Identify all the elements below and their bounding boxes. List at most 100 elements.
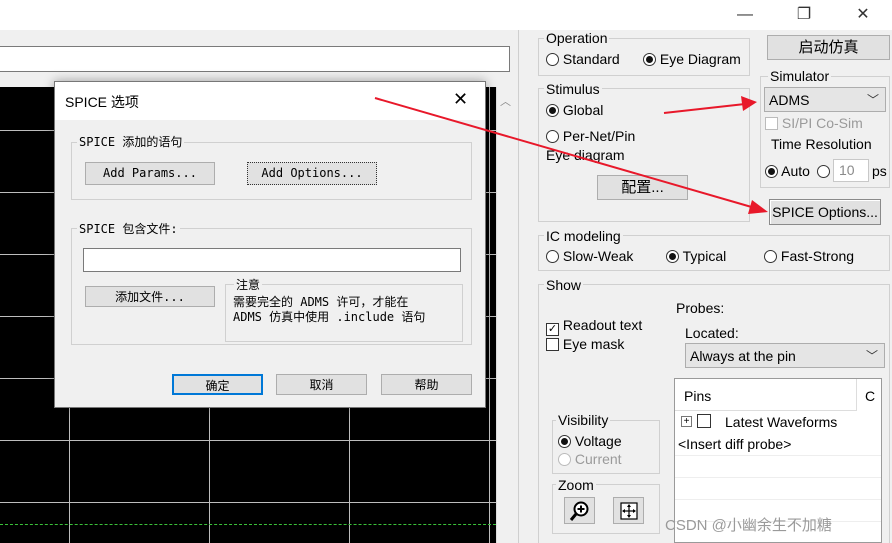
latest-waveforms-item[interactable]: Latest Waveforms — [725, 414, 837, 430]
ok-button[interactable]: 确定 — [172, 374, 263, 395]
minimize-button[interactable]: — — [725, 4, 765, 26]
time-resolution-label: Time Resolution — [769, 136, 874, 152]
checkbox-label: Readout text — [562, 317, 643, 333]
eye-diagram-label: Eye diagram — [544, 147, 627, 163]
time-auto-radio[interactable]: Auto — [765, 163, 810, 179]
probes-label: Probes: — [676, 300, 725, 316]
simulator-label: Simulator — [768, 68, 832, 84]
radio-icon — [817, 165, 830, 178]
radio-label: Per-Net/Pin — [562, 128, 636, 144]
visibility-current-radio[interactable]: Current — [558, 451, 622, 467]
watermark-text: CSDN @小幽余生不加糖 — [665, 517, 832, 534]
radio-label: Voltage — [574, 433, 622, 449]
zero-line — [0, 524, 496, 525]
row-divider — [675, 477, 881, 478]
include-file-input[interactable] — [83, 248, 461, 272]
located-value: Always at the pin — [690, 348, 796, 364]
arrowhead-icon — [748, 200, 768, 214]
radio-label: Current — [574, 451, 622, 467]
help-button[interactable]: 帮助 — [381, 374, 472, 395]
zoom-label: Zoom — [556, 477, 596, 493]
ic-modeling-label: IC modeling — [544, 228, 623, 244]
spice-options-dialog: SPICE 选项 ✕ SPICE 添加的语句 Add Params... Add… — [54, 81, 486, 408]
scroll-up-icon[interactable]: ︿ — [500, 93, 511, 109]
dialog-title: SPICE 选项 — [65, 94, 139, 110]
plot-vertical-scrollbar[interactable]: ︿ — [496, 87, 517, 543]
expand-icon[interactable]: + — [681, 416, 692, 427]
insert-diff-probe-item[interactable]: <Insert diff probe> — [678, 436, 791, 452]
start-simulation-button[interactable]: 启动仿真 — [767, 35, 890, 60]
time-resolution-input[interactable]: 10 — [833, 159, 869, 182]
add-params-button[interactable]: Add Params... — [85, 162, 215, 185]
radio-label: Slow-Weak — [562, 248, 634, 264]
stimulus-global-radio[interactable]: Global — [546, 102, 603, 118]
radio-selected-icon — [546, 104, 559, 117]
radio-label: Standard — [562, 51, 620, 67]
add-options-button[interactable]: Add Options... — [247, 162, 377, 185]
include-group-label: SPICE 包含文件: — [77, 220, 180, 237]
radio-label: Typical — [682, 248, 727, 264]
visibility-voltage-radio[interactable]: Voltage — [558, 433, 622, 449]
radio-label: Global — [562, 102, 604, 118]
radio-icon — [546, 53, 559, 66]
eye-mask-checkbox[interactable]: Eye mask — [546, 336, 624, 352]
grid-line-v — [489, 87, 490, 543]
spice-options-button[interactable]: SPICE Options... — [769, 199, 881, 225]
pane-divider[interactable] — [518, 30, 519, 543]
c-header-label: C — [865, 388, 876, 404]
located-select[interactable]: Always at the pin ﹀ — [685, 343, 885, 368]
time-unit-label: ps — [872, 163, 887, 179]
zoom-in-icon — [569, 501, 588, 521]
checkbox-icon — [765, 117, 778, 130]
show-label: Show — [544, 277, 584, 293]
row-divider — [675, 455, 881, 456]
radio-icon — [546, 130, 559, 143]
visibility-label: Visibility — [556, 412, 611, 428]
simulator-select[interactable]: ADMS ﹀ — [764, 87, 886, 112]
dialog-close-icon[interactable]: ✕ — [453, 89, 468, 110]
maximize-button[interactable]: ❐ — [784, 4, 824, 26]
readout-text-checkbox[interactable]: ✓ Readout text — [546, 317, 642, 336]
radio-label: Auto — [781, 163, 810, 179]
grid-line-h — [0, 502, 496, 503]
row-divider — [675, 499, 881, 500]
cosim-label: SI/PI Co-Sim — [781, 115, 863, 131]
zoom-in-button[interactable] — [564, 497, 595, 524]
eye-config-button[interactable]: 配置... — [597, 175, 688, 200]
stimulus-per-net-radio[interactable]: Per-Net/Pin — [546, 128, 635, 144]
checkmark-icon: ✓ — [546, 323, 559, 336]
chevron-down-icon: ﹀ — [866, 93, 879, 107]
note-line-2: ADMS 仿真中使用 .include 语句 — [233, 310, 426, 324]
ic-typical-radio[interactable]: Typical — [666, 248, 726, 264]
tree-checkbox[interactable] — [697, 414, 711, 428]
simulator-value: ADMS — [769, 92, 810, 108]
radio-icon — [558, 453, 571, 466]
radio-icon — [546, 250, 559, 263]
radio-selected-icon — [558, 435, 571, 448]
waveform-name-field[interactable] — [0, 46, 510, 72]
cosim-checkbox[interactable]: SI/PI Co-Sim — [765, 115, 863, 131]
radio-selected-icon — [765, 165, 778, 178]
time-manual-radio[interactable] — [817, 163, 830, 179]
stimulus-label: Stimulus — [544, 81, 602, 97]
radio-selected-icon — [643, 53, 656, 66]
ic-fast-strong-radio[interactable]: Fast-Strong — [764, 248, 854, 264]
close-button[interactable]: ✕ — [843, 4, 883, 26]
operation-label: Operation — [544, 30, 610, 46]
radio-icon — [764, 250, 777, 263]
fit-view-icon — [619, 502, 638, 520]
radio-label: Eye Diagram — [659, 51, 741, 67]
fit-view-button[interactable] — [613, 497, 644, 524]
ic-slow-weak-radio[interactable]: Slow-Weak — [546, 248, 633, 264]
operation-standard-radio[interactable]: Standard — [546, 51, 620, 67]
located-label: Located: — [685, 325, 739, 341]
cancel-button[interactable]: 取消 — [276, 374, 367, 395]
checkbox-label: Eye mask — [562, 336, 625, 352]
chevron-down-icon: ﹀ — [865, 349, 878, 363]
add-file-button[interactable]: 添加文件... — [85, 286, 215, 307]
statements-group-label: SPICE 添加的语句 — [77, 133, 185, 150]
operation-eye-diagram-radio[interactable]: Eye Diagram — [643, 51, 741, 67]
pins-header-label: Pins — [684, 388, 712, 404]
checkbox-icon — [546, 338, 559, 351]
radio-selected-icon — [666, 250, 679, 263]
